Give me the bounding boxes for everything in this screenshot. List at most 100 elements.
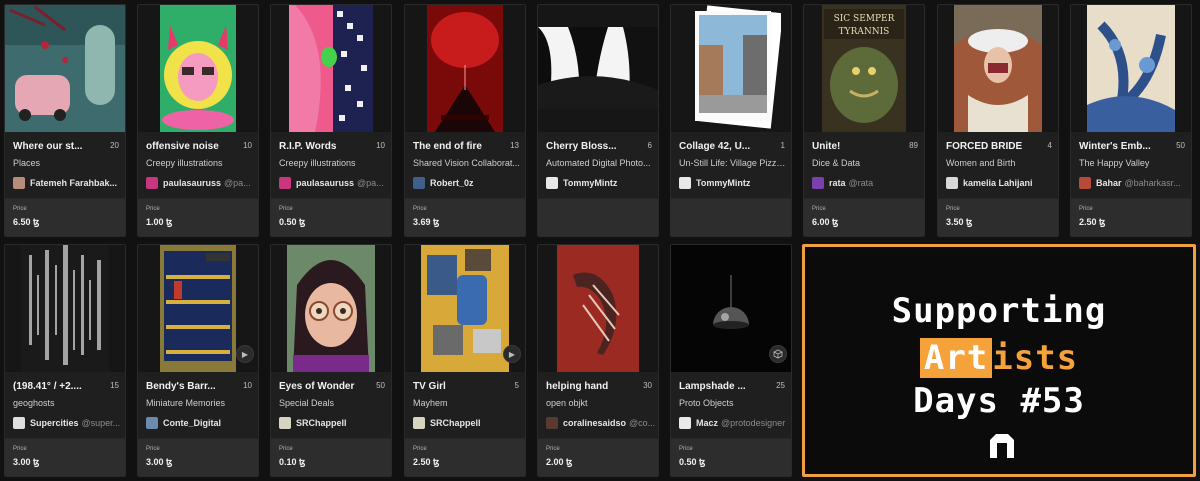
collection-name[interactable]: Special Deals (279, 398, 387, 408)
collection-name[interactable]: Creepy illustrations (146, 158, 254, 168)
artwork-card[interactable]: helping hand 30 open objkt coralinesaids… (537, 244, 659, 477)
artwork-thumbnail[interactable] (5, 245, 125, 372)
creator[interactable]: TommyMintz (679, 176, 789, 190)
creator[interactable]: paulasauruss @pa... (279, 176, 389, 190)
artwork-card[interactable]: Where our st... 20 Places Fatemeh Farahb… (4, 4, 126, 237)
artwork-image (289, 5, 373, 132)
artwork-title[interactable]: FORCED BRIDE (946, 141, 1032, 152)
collection-name[interactable]: Places (13, 158, 121, 168)
artwork-card[interactable]: SIC SEMPER TYRANNIS Unite! 89 Dice & Dat… (803, 4, 925, 237)
collection-name[interactable]: Mayhem (413, 398, 521, 408)
creator[interactable]: Bahar @baharkasr... (1079, 176, 1189, 190)
artwork-card[interactable]: ▶ TV Girl 5 Mayhem SRChappell Price 2.50… (404, 244, 526, 477)
collection-name[interactable]: Un-Still Life: Village Pizza... (679, 158, 787, 168)
artwork-title[interactable]: The end of fire (413, 141, 499, 152)
creator-name[interactable]: rata (829, 178, 846, 188)
artwork-card[interactable]: (198.41° / +2.... 15 geoghosts Superciti… (4, 244, 126, 477)
artwork-thumbnail[interactable] (1071, 5, 1191, 132)
artwork-card[interactable]: The end of fire 13 Shared Vision Collabo… (404, 4, 526, 237)
artwork-title[interactable]: helping hand (546, 381, 632, 392)
price-value: 2.00 ꜩ (546, 457, 573, 467)
artwork-thumbnail[interactable] (271, 5, 391, 132)
creator[interactable]: Fatemeh Farahbak... (13, 176, 123, 190)
artwork-title[interactable]: Eyes of Wonder (279, 381, 365, 392)
play-icon[interactable]: ▶ (236, 345, 254, 363)
collection-name[interactable]: Proto Objects (679, 398, 787, 408)
artwork-title[interactable]: Unite! (812, 141, 898, 152)
creator-name[interactable]: paulasauruss (296, 178, 354, 188)
artwork-thumbnail[interactable] (538, 5, 658, 132)
collection-name[interactable]: Automated Digital Photo... (546, 158, 654, 168)
artwork-thumbnail[interactable] (405, 5, 525, 132)
artwork-card[interactable]: ▶ Bendy's Barr... 10 Miniature Memories … (137, 244, 259, 477)
collection-name[interactable]: Shared Vision Collaborat... (413, 158, 521, 168)
collection-name[interactable]: Creepy illustrations (279, 158, 387, 168)
artwork-title[interactable]: Bendy's Barr... (146, 381, 232, 392)
artwork-image (557, 245, 639, 372)
creator[interactable]: SRChappell (413, 416, 523, 430)
collection-name[interactable]: Miniature Memories (146, 398, 254, 408)
artwork-title[interactable]: (198.41° / +2.... (13, 381, 99, 392)
creator-name[interactable]: paulasauruss (163, 178, 221, 188)
collection-name[interactable]: Women and Birth (946, 158, 1054, 168)
artwork-title[interactable]: Winter's Emb... (1079, 141, 1165, 152)
price-box: Price 6.00 ꜩ (804, 198, 924, 236)
creator[interactable]: paulasauruss @pa... (146, 176, 256, 190)
artwork-title[interactable]: Where our st... (13, 141, 99, 152)
creator-name[interactable]: SRChappell (296, 418, 347, 428)
creator-name[interactable]: Conte_Digital (163, 418, 221, 428)
artwork-thumbnail[interactable] (271, 245, 391, 372)
creator-name[interactable]: coralinesaidso (563, 418, 626, 428)
price-label: Price (13, 446, 27, 452)
creator-handle: @super... (81, 418, 121, 428)
collection-name[interactable]: Dice & Data (812, 158, 920, 168)
artwork-thumbnail[interactable]: SIC SEMPER TYRANNIS (804, 5, 924, 132)
play-icon[interactable]: ▶ (503, 345, 521, 363)
price-box: Price 0.10 ꜩ (271, 438, 391, 476)
creator-name[interactable]: Supercities (30, 418, 79, 428)
collection-name[interactable]: The Happy Valley (1079, 158, 1187, 168)
creator-name[interactable]: Macz (696, 418, 718, 428)
creator[interactable]: Supercities @super... (13, 416, 123, 430)
artwork-thumbnail[interactable] (138, 5, 258, 132)
creator-name[interactable]: TommyMintz (696, 178, 750, 188)
artwork-title[interactable]: offensive noise (146, 141, 232, 152)
creator[interactable]: rata @rata (812, 176, 922, 190)
creator-name[interactable]: kamelia Lahijani (963, 178, 1033, 188)
artwork-title[interactable]: Lampshade ... (679, 381, 765, 392)
artwork-thumbnail[interactable] (671, 5, 791, 132)
artwork-card[interactable]: Eyes of Wonder 50 Special Deals SRChappe… (270, 244, 392, 477)
artwork-card[interactable]: Cherry Bloss... 6 Automated Digital Phot… (537, 4, 659, 237)
artwork-card[interactable]: Lampshade ... 25 Proto Objects Macz @pro… (670, 244, 792, 477)
price-box: Price 3.69 ꜩ (405, 198, 525, 236)
creator-name[interactable]: Bahar (1096, 178, 1122, 188)
creator-name[interactable]: Fatemeh Farahbak... (30, 178, 117, 188)
creator-avatar (679, 417, 691, 429)
creator-name[interactable]: Robert_0z (430, 178, 474, 188)
collection-name[interactable]: open objkt (546, 398, 654, 408)
creator[interactable]: TommyMintz (546, 176, 656, 190)
artwork-title[interactable]: Collage 42, U... (679, 141, 765, 152)
creator[interactable]: kamelia Lahijani (946, 176, 1056, 190)
artwork-title[interactable]: R.I.P. Words (279, 141, 365, 152)
artwork-image (287, 245, 375, 372)
artwork-card[interactable]: Collage 42, U... 1 Un-Still Life: Villag… (670, 4, 792, 237)
artwork-card[interactable]: FORCED BRIDE 4 Women and Birth kamelia L… (937, 4, 1059, 237)
creator[interactable]: Robert_0z (413, 176, 523, 190)
artwork-card[interactable]: offensive noise 10 Creepy illustrations … (137, 4, 259, 237)
collection-name[interactable]: geoghosts (13, 398, 121, 408)
artwork-card[interactable]: R.I.P. Words 10 Creepy illustrations pau… (270, 4, 392, 237)
creator-name[interactable]: SRChappell (430, 418, 481, 428)
artwork-thumbnail[interactable] (938, 5, 1058, 132)
creator-name[interactable]: TommyMintz (563, 178, 617, 188)
creator[interactable]: SRChappell (279, 416, 389, 430)
creator[interactable]: Macz @protodesigner (679, 416, 789, 430)
creator[interactable]: Conte_Digital (146, 416, 256, 430)
artwork-card[interactable]: Winter's Emb... 50 The Happy Valley Baha… (1070, 4, 1192, 237)
creator[interactable]: coralinesaidso @co... (546, 416, 656, 430)
artwork-thumbnail[interactable] (538, 245, 658, 372)
artwork-thumbnail[interactable] (5, 5, 125, 132)
artwork-title[interactable]: TV Girl (413, 381, 499, 392)
cube-icon[interactable] (769, 345, 787, 363)
artwork-title[interactable]: Cherry Bloss... (546, 141, 632, 152)
